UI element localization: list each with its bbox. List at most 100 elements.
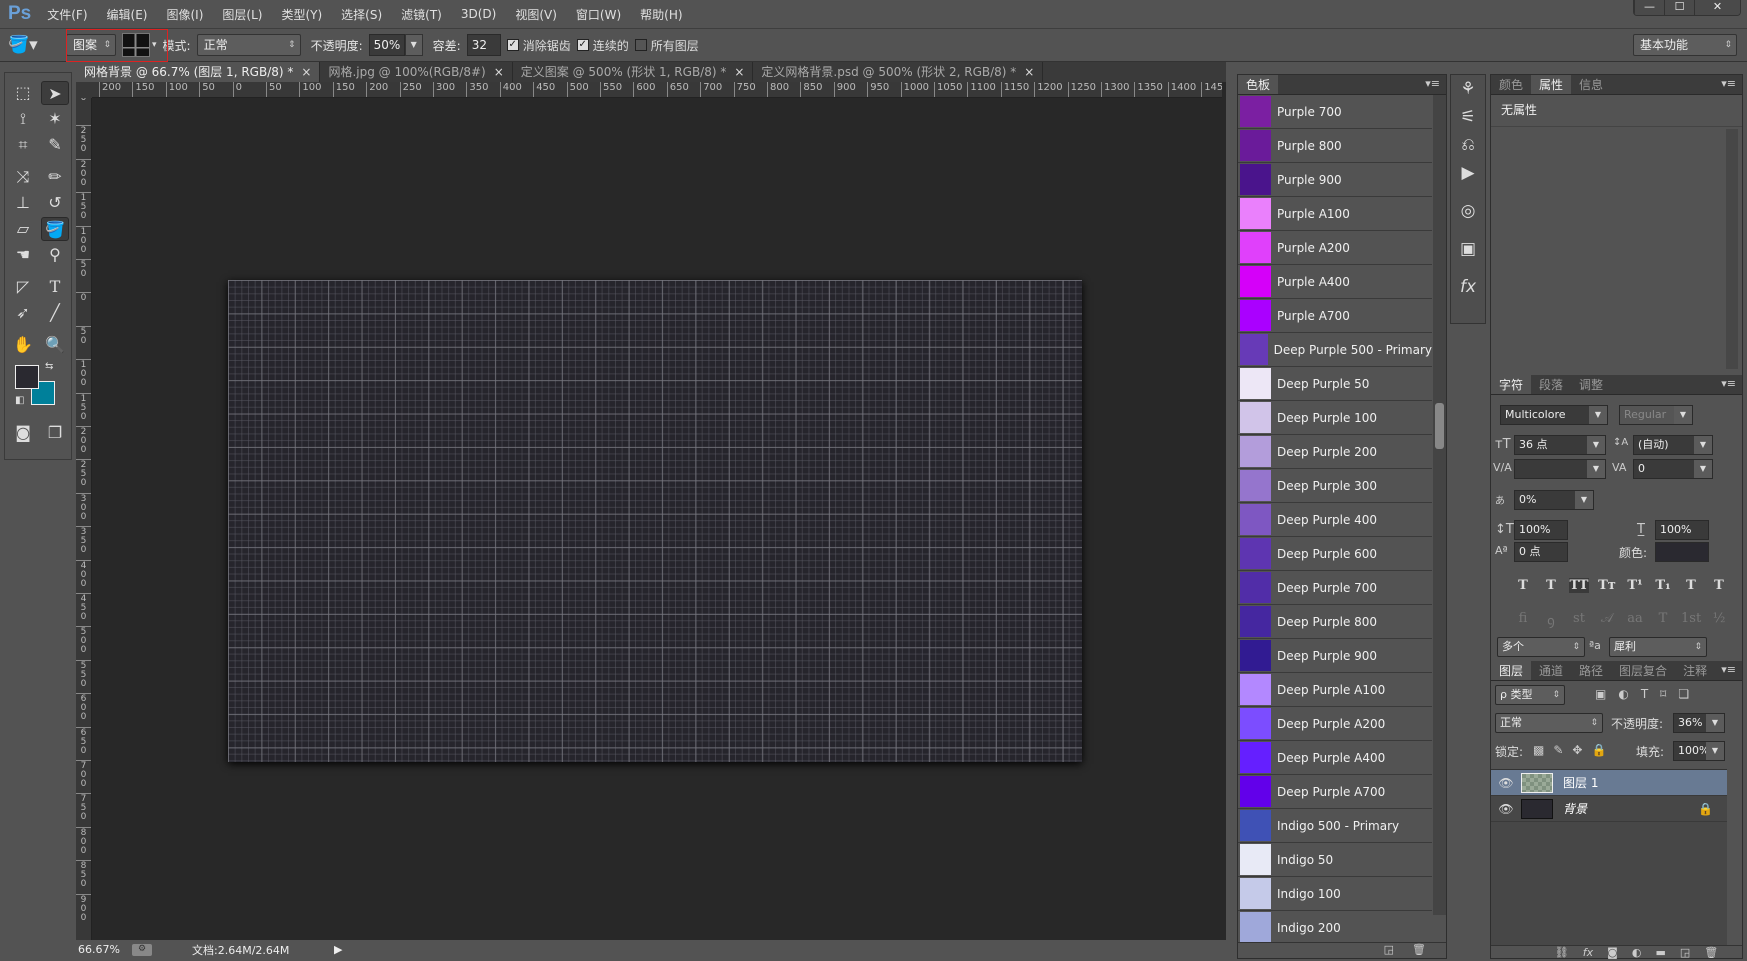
dodge-tool-icon[interactable]: ⚲: [41, 243, 69, 267]
path-selection-tool-icon[interactable]: ➶: [9, 301, 37, 325]
tab-close-icon[interactable]: ×: [734, 65, 744, 79]
tab-document-4[interactable]: 定义网格背景.psd @ 500% (形状 2, RGB/8) * ×: [753, 62, 1044, 82]
dropdown-arrow-icon[interactable]: ▼: [1706, 742, 1724, 760]
leading-input[interactable]: (自动) ▼: [1633, 435, 1713, 455]
swatch-item[interactable]: Purple A200: [1238, 231, 1432, 265]
swatch-item[interactable]: Deep Purple 100: [1238, 401, 1432, 435]
type-style-button[interactable]: T¹: [1625, 578, 1645, 593]
swatch-item[interactable]: Deep Purple A100: [1238, 673, 1432, 707]
menu-3d[interactable]: 3D(D): [461, 7, 496, 21]
lock-transparency-icon[interactable]: ▩: [1533, 743, 1544, 757]
canvas-grid-image[interactable]: [228, 280, 1082, 762]
clone-source-icon[interactable]: ▣: [1451, 235, 1485, 263]
new-swatch-icon[interactable]: ◲: [1384, 943, 1394, 956]
filter-type-icon[interactable]: T: [1641, 687, 1648, 701]
mode-select[interactable]: 正常: [196, 34, 301, 56]
dropdown-arrow-icon[interactable]: ▼: [1694, 460, 1712, 478]
healing-tool-icon[interactable]: ⤨: [9, 165, 37, 189]
workspace-select[interactable]: 基本功能: [1633, 34, 1737, 56]
tolerance-input[interactable]: 32: [466, 34, 501, 56]
menu-file[interactable]: 文件(F): [47, 6, 87, 23]
swatch-item[interactable]: Purple A100: [1238, 197, 1432, 231]
kerning-input[interactable]: ▼: [1514, 459, 1606, 479]
marquee-tool-icon[interactable]: ⬚: [9, 81, 37, 105]
panel-menu-icon[interactable]: ▾≡: [1721, 77, 1736, 90]
paint-bucket-tool-icon[interactable]: 🪣: [41, 217, 69, 241]
swatch-item[interactable]: Indigo 500 - Primary: [1238, 809, 1432, 843]
tab-swatches[interactable]: 色板: [1238, 75, 1279, 94]
opentype-button[interactable]: ½: [1709, 611, 1729, 629]
default-colors-icon[interactable]: ◧: [15, 395, 24, 406]
layer-row[interactable]: 👁 背景 🔒: [1491, 796, 1727, 822]
foreground-color-swatch[interactable]: [15, 365, 39, 389]
pen-tool-icon[interactable]: ◸: [9, 275, 37, 299]
menu-select[interactable]: 选择(S): [341, 6, 382, 23]
swatch-item[interactable]: Deep Purple 700: [1238, 571, 1432, 605]
screen-mode-icon[interactable]: ❐: [41, 421, 69, 445]
menu-window[interactable]: 窗口(W): [576, 6, 621, 23]
tab-document-2[interactable]: 网格.jpg @ 100%(RGB/8#) ×: [320, 62, 513, 82]
fill-input[interactable]: 100% ▼: [1673, 741, 1725, 761]
tab-layer-comps[interactable]: 图层复合: [1611, 661, 1675, 680]
blend-mode-select[interactable]: 正常: [1495, 713, 1603, 733]
eraser-tool-icon[interactable]: ▱: [9, 217, 37, 241]
dropdown-arrow-icon[interactable]: ▼: [1706, 714, 1724, 732]
language-select[interactable]: 多个: [1497, 637, 1585, 657]
swatch-item[interactable]: Deep Purple 900: [1238, 639, 1432, 673]
tab-adjustments[interactable]: 调整: [1571, 375, 1611, 394]
panel-menu-icon[interactable]: ▾≡: [1721, 377, 1736, 390]
opentype-button[interactable]: 1st: [1681, 611, 1701, 629]
tab-properties[interactable]: 属性: [1531, 75, 1572, 94]
tab-close-icon[interactable]: ×: [494, 65, 504, 79]
swatch-item[interactable]: Purple 800: [1238, 129, 1432, 163]
lasso-tool-icon[interactable]: ⟟: [9, 107, 37, 131]
actions-play-icon[interactable]: ▶: [1451, 159, 1485, 187]
antialias-checkbox[interactable]: ✓: [506, 39, 519, 51]
vertical-scale-input[interactable]: 100%: [1514, 520, 1568, 540]
crop-tool-icon[interactable]: ⌗: [9, 133, 37, 157]
swatch-item[interactable]: Deep Purple A700: [1238, 775, 1432, 809]
panel-menu-icon[interactable]: ▾≡: [1425, 77, 1440, 90]
swatch-item[interactable]: Deep Purple 50: [1238, 367, 1432, 401]
swatch-item[interactable]: Purple A700: [1238, 299, 1432, 333]
menu-type[interactable]: 类型(Y): [281, 6, 322, 23]
swatch-item[interactable]: Purple 700: [1238, 95, 1432, 129]
swatch-item[interactable]: Deep Purple A400: [1238, 741, 1432, 775]
visibility-eye-icon[interactable]: 👁: [1491, 776, 1521, 790]
tracking-input[interactable]: 0 ▼: [1633, 459, 1713, 479]
opentype-button[interactable]: st: [1569, 611, 1589, 629]
dropdown-arrow-icon[interactable]: ▼: [1589, 406, 1607, 424]
tab-paragraph[interactable]: 段落: [1531, 375, 1571, 394]
layer-filter-select[interactable]: ρ 类型: [1495, 685, 1565, 705]
tab-paths[interactable]: 路径: [1571, 661, 1611, 680]
tab-channels[interactable]: 通道: [1531, 661, 1571, 680]
panel-menu-icon[interactable]: ▾≡: [1721, 663, 1736, 676]
swatch-item[interactable]: Deep Purple A200: [1238, 707, 1432, 741]
zoom-level[interactable]: 66.67%: [76, 943, 132, 956]
swatch-item[interactable]: Purple 900: [1238, 163, 1432, 197]
text-color-swatch[interactable]: [1655, 542, 1709, 562]
history-brush-tool-icon[interactable]: ↺: [41, 191, 69, 215]
all-layers-checkbox[interactable]: [634, 39, 647, 51]
lock-position-icon[interactable]: ✥: [1572, 743, 1582, 757]
contiguous-checkbox[interactable]: ✓: [576, 39, 589, 51]
layer-row[interactable]: 👁 图层 1: [1491, 770, 1727, 796]
layer-name[interactable]: 图层 1: [1563, 774, 1598, 791]
brush-settings-icon[interactable]: ⚟: [1451, 103, 1485, 131]
styles-spiral-icon[interactable]: ◎: [1451, 197, 1485, 225]
type-style-button[interactable]: T: [1541, 578, 1561, 593]
lock-all-icon[interactable]: 🔒: [1591, 743, 1606, 757]
visibility-eye-icon[interactable]: 👁: [1491, 802, 1521, 816]
dropdown-arrow-icon[interactable]: ▼: [1587, 460, 1605, 478]
ruler-vertical[interactable]: 0 2 5 0 2 0 0 1 5 0 1 0 0 5 0 0 5 0 1 0 0 1 5 0 2 …: [76, 98, 92, 940]
tab-close-icon[interactable]: ×: [301, 65, 311, 79]
clone-stamp-tool-icon[interactable]: ⊥: [9, 191, 37, 215]
opentype-button[interactable]: ﬁ: [1513, 611, 1533, 629]
opacity-dropdown[interactable]: ▼: [404, 34, 423, 56]
menu-filter[interactable]: 滤镜(T): [401, 6, 442, 23]
tab-info[interactable]: 信息: [1571, 75, 1611, 94]
tsume-input[interactable]: 0% ▼: [1514, 490, 1594, 510]
smudge-tool-icon[interactable]: ☚: [9, 243, 37, 267]
menu-image[interactable]: 图像(I): [166, 6, 203, 23]
eyedropper-tool-icon[interactable]: ✎: [41, 133, 69, 157]
